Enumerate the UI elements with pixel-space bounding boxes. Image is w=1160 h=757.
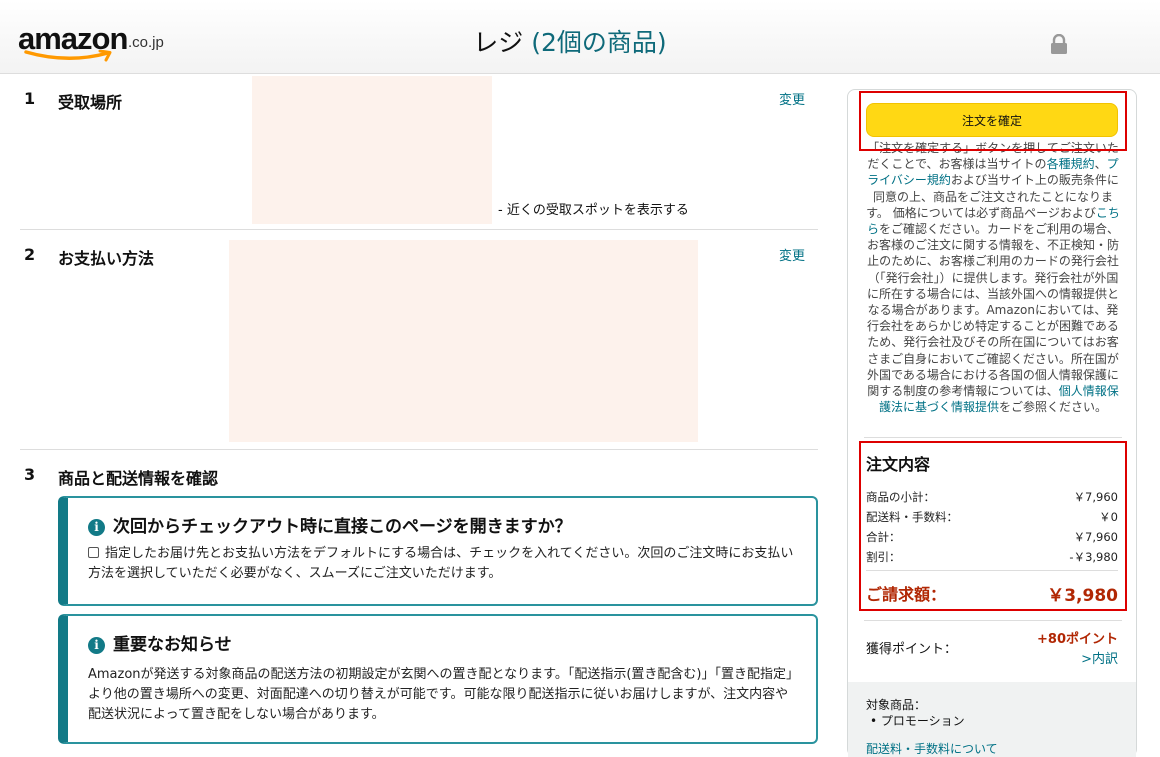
section-title-review: 商品と配送情報を確認 — [58, 469, 219, 488]
section-title-payment: お支払い方法 — [58, 249, 155, 268]
important-notice-title: 重要なお知らせ — [113, 635, 232, 655]
item-count-link[interactable]: (2個の商品) — [531, 28, 666, 57]
checkout-notice-body: 指定したお届け先とお支払い方法をデフォルトにする場合は、チェックを入れてください… — [88, 544, 798, 584]
highlight-place-order — [859, 91, 1127, 151]
payment-method-redacted — [229, 240, 698, 442]
section-divider — [20, 229, 818, 230]
info-icon: i — [88, 519, 105, 536]
legal-text: をご参照ください。 — [999, 400, 1108, 415]
change-payment-link[interactable]: 変更 — [779, 245, 805, 264]
section-divider — [20, 449, 818, 450]
promotion-item-text: プロモーション — [880, 714, 965, 728]
important-notice-text: Amazonが発送する対象商品の配送方法の初期設定が玄関への置き配となります。「… — [88, 667, 793, 722]
page-title: レジ (2個の商品) — [0, 27, 1140, 59]
points-value: +80ポイント — [1037, 632, 1118, 647]
checkout-notice-title: 次回からチェックアウト時に直接このページを開きますか？ — [113, 517, 572, 537]
pickup-address-redacted — [252, 76, 492, 224]
target-items-label: 対象商品： — [866, 698, 927, 712]
section-number-payment: 2 — [24, 245, 36, 264]
info-icon: i — [88, 637, 105, 654]
shipping-fee-link[interactable]: 配送料・手数料について — [866, 740, 998, 757]
important-notice: i 重要なお知らせ Amazonが発送する対象商品の配送方法の初期設定が玄関への置… — [58, 614, 818, 744]
nearby-pickup-link[interactable]: - 近くの受取スポットを表示する — [498, 199, 689, 218]
checkout-default-notice: i 次回からチェックアウト時に直接このページを開きますか？ 指定したお届け先とお支… — [58, 496, 818, 606]
checkout-notice-text: 指定したお届け先とお支払い方法をデフォルトにする場合は、チェックを入れてください… — [88, 546, 794, 581]
highlight-order-summary — [859, 441, 1127, 611]
important-notice-heading: i 重要なお知らせ — [88, 630, 232, 655]
section-title-pickup: 受取場所 — [58, 93, 123, 112]
points-detail-link[interactable]: >内訳 — [1000, 648, 1118, 667]
section-number-review: 3 — [24, 465, 36, 484]
section-number-pickup: 1 — [24, 89, 36, 108]
points-label: 獲得ポイント： — [866, 642, 958, 657]
page-title-text: レジ — [473, 28, 524, 57]
default-checkbox[interactable] — [88, 547, 99, 558]
promotion-item: • プロモーション — [870, 714, 965, 728]
lock-icon — [1051, 34, 1067, 54]
terms-link[interactable]: 各種規約 — [1047, 157, 1095, 171]
checkout-notice-heading: i 次回からチェックアウト時に直接このページを開きますか？ — [88, 512, 572, 537]
change-pickup-link[interactable]: 変更 — [779, 89, 805, 108]
panel-divider — [864, 620, 1122, 621]
header: amazon .co.jp レジ (2個の商品) — [0, 0, 1160, 74]
legal-notice: 「注文を確定する」ボタンを押してご注文いただくことで、お客様は当サイトの各種規約… — [864, 140, 1122, 415]
legal-text: 、 — [1094, 157, 1107, 172]
panel-divider — [864, 437, 1122, 438]
legal-text: をご確認ください。カードをご利用の場合、お客様のご注文に関する情報を、不正検知・… — [866, 222, 1120, 399]
